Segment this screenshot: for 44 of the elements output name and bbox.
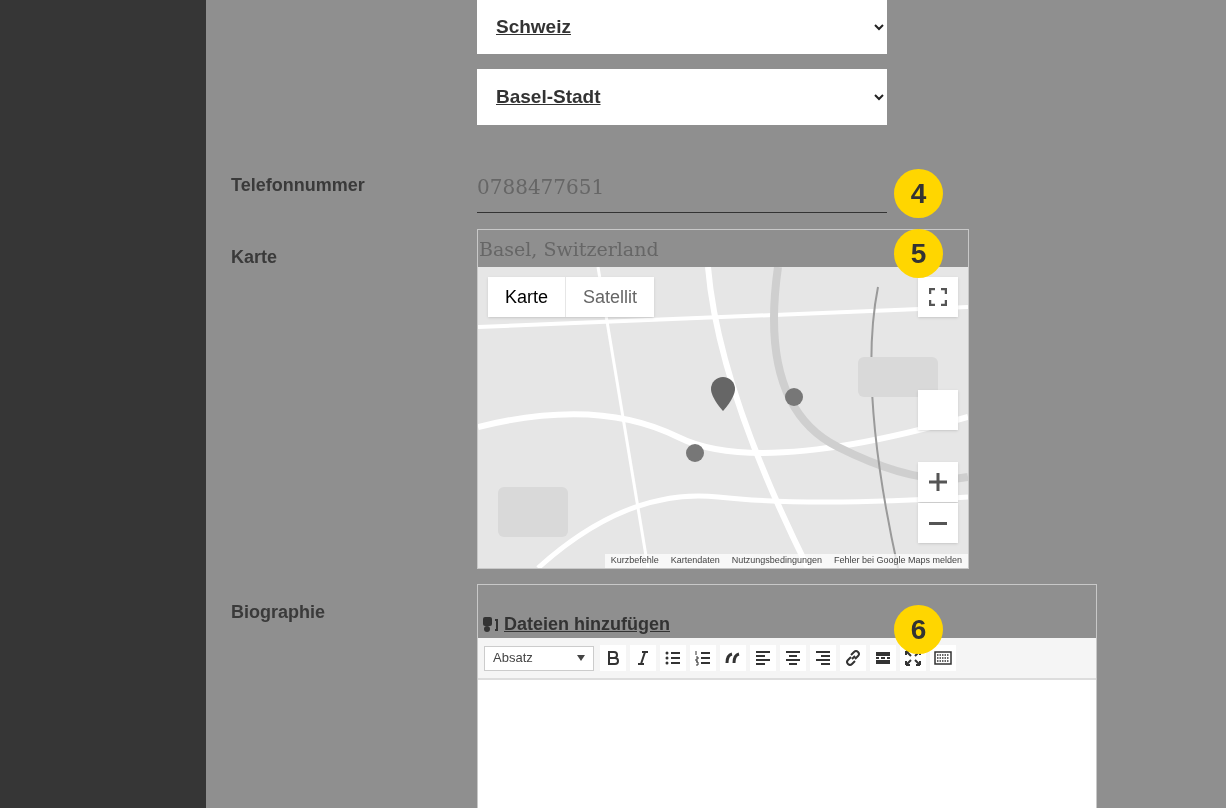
bullet-list-button[interactable] bbox=[660, 645, 686, 671]
field-label: Karte bbox=[231, 246, 279, 269]
read-more-icon bbox=[874, 649, 892, 667]
chevron-icon bbox=[874, 93, 884, 101]
align-left-icon bbox=[754, 649, 772, 667]
fullscreen-icon bbox=[904, 649, 922, 667]
read-more-button[interactable] bbox=[870, 645, 896, 671]
media-icon bbox=[482, 615, 500, 633]
bullet-list-icon bbox=[664, 649, 682, 667]
chevron-icon bbox=[874, 23, 884, 31]
field-label: Biographie bbox=[231, 601, 326, 624]
bold-button[interactable] bbox=[600, 645, 626, 671]
map-footer-link[interactable]: Kartendaten bbox=[664, 554, 726, 568]
align-right-icon bbox=[814, 649, 832, 667]
link-button[interactable] bbox=[840, 645, 866, 671]
step-badge: 4 bbox=[894, 169, 943, 218]
select-field[interactable]: Basel-Stadt bbox=[477, 69, 887, 125]
keyboard-button[interactable] bbox=[930, 645, 956, 671]
map-footer-link[interactable]: Nutzungsbedingungen bbox=[725, 554, 828, 568]
numbered-list-button[interactable] bbox=[690, 645, 716, 671]
caret-icon bbox=[577, 655, 585, 661]
plus-icon bbox=[929, 473, 947, 491]
link-icon bbox=[844, 649, 862, 667]
align-center-button[interactable] bbox=[780, 645, 806, 671]
map-type-tab[interactable]: Karte bbox=[488, 277, 566, 317]
map-footer-link[interactable]: Kurzbefehle bbox=[604, 554, 665, 568]
add-files-link[interactable]: Dateien hinzufügen bbox=[482, 612, 670, 636]
zoom-out-button[interactable] bbox=[918, 503, 958, 543]
numbered-list-icon bbox=[694, 649, 712, 667]
align-left-button[interactable] bbox=[750, 645, 776, 671]
field-label: Telefonnummer bbox=[231, 174, 366, 197]
align-center-icon bbox=[784, 649, 802, 667]
keyboard-icon bbox=[934, 649, 952, 667]
fullscreen-icon bbox=[929, 288, 947, 306]
minus-icon bbox=[929, 521, 947, 525]
italic-button[interactable] bbox=[630, 645, 656, 671]
fullscreen-button[interactable] bbox=[918, 277, 958, 317]
zoom-in-button[interactable] bbox=[918, 462, 958, 502]
format-select[interactable]: Absatz bbox=[484, 645, 594, 671]
select-field[interactable]: Schweiz bbox=[477, 0, 887, 54]
quote-button[interactable] bbox=[720, 645, 746, 671]
map-footer-link[interactable]: Fehler bei Google Maps melden bbox=[827, 554, 968, 568]
align-right-button[interactable] bbox=[810, 645, 836, 671]
map-type-tab[interactable]: Satellit bbox=[565, 277, 655, 317]
